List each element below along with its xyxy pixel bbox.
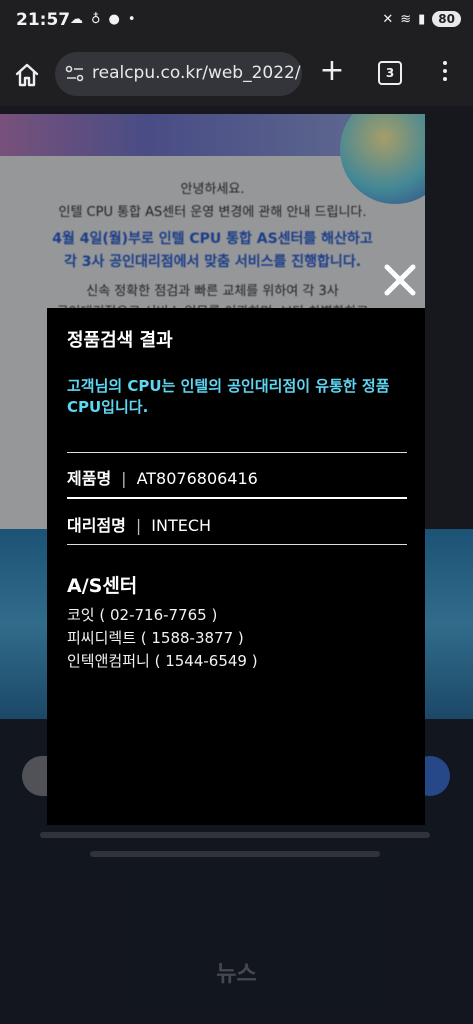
mute-icon: ✕	[382, 11, 394, 27]
as-center-item: 코잇 ( 02-716-7765 )	[67, 606, 218, 624]
wifi-icon: ≋	[400, 11, 412, 27]
new-tab-button[interactable]: +	[319, 56, 345, 86]
battery-indicator: 80	[432, 11, 461, 27]
dealer-value: INTECH	[151, 516, 212, 535]
site-settings-icon[interactable]	[65, 65, 85, 83]
genuine-message: 고객님의 CPU는 인텔의 공인대리점이 유통한 정품 CPU입니다.	[67, 377, 390, 416]
result-modal: 정품검색 결과 고객님의 CPU는 인텔의 공인대리점이 유통한 정품 CPU입…	[47, 308, 425, 825]
url-text[interactable]: realcpu.co.kr/web_2022/	[92, 63, 301, 83]
modal-title: 정품검색 결과	[67, 330, 173, 351]
address-bar[interactable]: realcpu.co.kr/web_2022/	[55, 52, 302, 96]
notification-icons: ☁ ♁ ● •	[70, 12, 136, 27]
status-bar: 21:57 ☁ ♁ ● • ✕ ≋ ▮ 80	[0, 0, 473, 44]
status-time: 21:57	[16, 10, 71, 30]
dealer-label: 대리점명	[67, 516, 126, 535]
separator: |	[135, 516, 142, 535]
divider	[67, 452, 407, 453]
dot-icon: •	[127, 12, 136, 27]
system-icons: ✕ ≋ ▮ 80	[382, 11, 461, 27]
divider	[67, 544, 407, 545]
cloud-icon: ☁	[70, 12, 83, 27]
separator: |	[121, 469, 127, 488]
screen: 21:57 ☁ ♁ ● • ✕ ≋ ▮ 80 realcpu.co.kr/web…	[0, 0, 473, 1024]
tab-switcher-button[interactable]: 3	[378, 61, 402, 85]
product-value: AT8076806416	[136, 469, 258, 488]
signal-icon: ▮	[418, 11, 426, 27]
as-center-title: A/S센터	[67, 575, 138, 597]
dealer-row: 대리점명 | INTECH	[67, 512, 211, 536]
more-menu-icon[interactable]	[440, 58, 450, 86]
home-icon[interactable]	[12, 60, 42, 90]
close-icon[interactable]	[383, 263, 417, 297]
browser-toolbar: realcpu.co.kr/web_2022/ + 3	[0, 44, 473, 106]
as-center-item: 피씨디렉트 ( 1588-3877 )	[67, 629, 244, 647]
app-notification-icon: ♁	[91, 12, 101, 27]
divider	[67, 497, 407, 499]
product-row: 제품명 | AT8076806416	[67, 465, 258, 489]
talk-icon: ●	[108, 12, 120, 27]
product-label: 제품명	[67, 469, 112, 488]
as-center-item: 인텍앤컴퍼니 ( 1544-6549 )	[67, 652, 258, 670]
